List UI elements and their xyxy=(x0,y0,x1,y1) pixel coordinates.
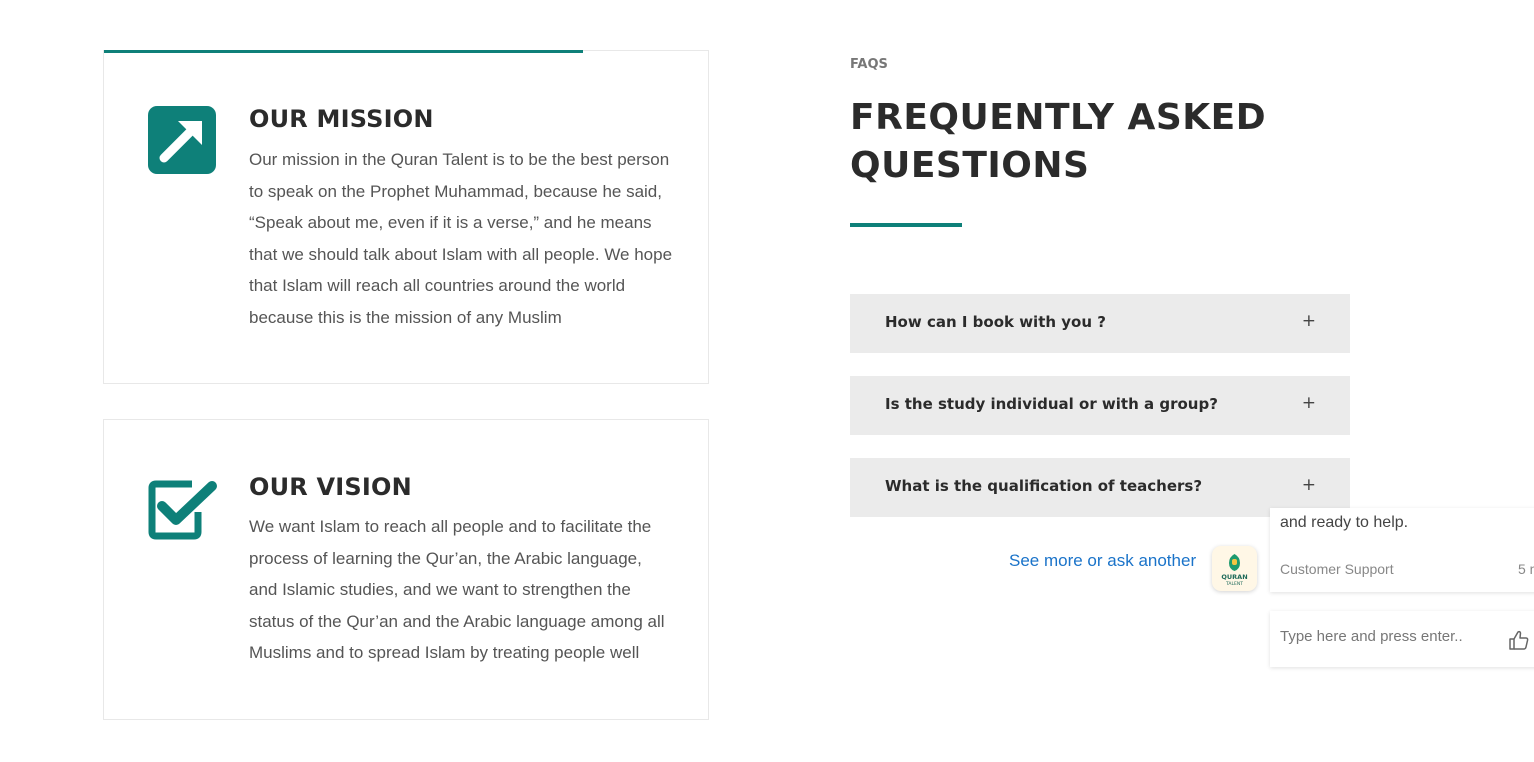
chat-sender: Customer Support xyxy=(1280,561,1394,577)
faq-eyebrow: FAQS xyxy=(850,57,888,72)
faq-question: How can I book with you ? xyxy=(885,313,1106,331)
faq-underline xyxy=(850,223,962,227)
plus-icon[interactable]: + xyxy=(1302,311,1316,331)
plus-icon[interactable]: + xyxy=(1302,393,1316,413)
faq-item-study[interactable]: Is the study individual or with a group?… xyxy=(850,376,1350,435)
logo-text-top: QURAN xyxy=(1221,573,1247,581)
mission-card: OUR MISSION Our mission in the Quran Tal… xyxy=(103,50,709,384)
quran-talent-logo: QURAN TALENT xyxy=(1221,554,1248,587)
see-more-link[interactable]: See more or ask another xyxy=(1009,551,1196,571)
faq-item-book[interactable]: How can I book with you ? + xyxy=(850,294,1350,353)
chat-input-box xyxy=(1270,611,1534,667)
chat-timestamp: 5 m xyxy=(1518,561,1534,577)
faq-title: FREQUENTLY ASKED QUESTIONS xyxy=(850,97,1267,186)
vision-text: We want Islam to reach all people and to… xyxy=(249,517,665,662)
chat-message-bubble: and ready to help. Customer Support 5 m xyxy=(1270,508,1534,592)
checkbox-icon xyxy=(148,478,218,548)
card-accent-bar xyxy=(104,50,583,53)
chat-avatar[interactable]: QURAN TALENT xyxy=(1212,546,1257,591)
arrow-up-right-icon xyxy=(148,106,218,176)
chat-input[interactable] xyxy=(1280,628,1500,645)
chat-message-text: and ready to help. xyxy=(1280,514,1409,531)
mission-title: OUR MISSION xyxy=(249,105,434,133)
vision-card: OUR VISION We want Islam to reach all pe… xyxy=(103,419,709,720)
faq-question: Is the study individual or with a group? xyxy=(885,395,1218,413)
logo-text-bottom: TALENT xyxy=(1225,581,1243,587)
faq-question: What is the qualification of teachers? xyxy=(885,477,1203,495)
vision-title: OUR VISION xyxy=(249,473,412,501)
thumbs-up-icon[interactable] xyxy=(1508,629,1530,651)
mission-text: Our mission in the Quran Talent is to be… xyxy=(249,150,673,327)
plus-icon[interactable]: + xyxy=(1302,475,1316,495)
